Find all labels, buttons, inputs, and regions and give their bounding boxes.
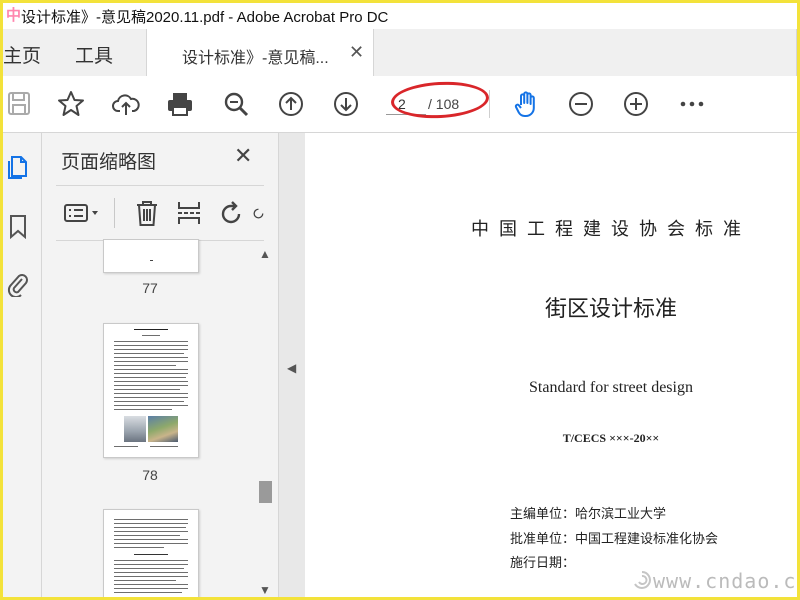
doc-association: 中国工程建设协会标准 bbox=[471, 219, 751, 240]
extract-pages-icon[interactable] bbox=[174, 198, 204, 228]
left-rail bbox=[3, 133, 42, 597]
zoom-out-icon[interactable] bbox=[566, 89, 596, 119]
panel-close-icon[interactable]: ✕ bbox=[234, 143, 252, 169]
page-down-icon[interactable] bbox=[331, 89, 361, 119]
title-bar: 中 设计标准》-意见稿2020.11.pdf - Adobe Acrobat P… bbox=[3, 3, 797, 29]
site-logo: 中 bbox=[6, 7, 22, 24]
thumbnail-scrollbar[interactable]: ▲ ▼ bbox=[256, 239, 274, 597]
page-thumbnails-icon[interactable] bbox=[3, 151, 33, 181]
panel-toolbar-separator bbox=[114, 198, 115, 228]
window-title: 设计标准》-意见稿2020.11.pdf - Adobe Acrobat Pro… bbox=[21, 9, 389, 26]
page-up-icon[interactable] bbox=[276, 89, 306, 119]
tab-home[interactable]: 主页 bbox=[3, 41, 41, 68]
main-toolbar: 2 / 108 bbox=[3, 76, 797, 133]
thumbnail-photo bbox=[148, 416, 178, 442]
zoom-in-icon[interactable] bbox=[621, 89, 651, 119]
watermark-logo-icon bbox=[634, 571, 651, 589]
thumbnails-panel: 页面缩略图 ✕ 77 78 ▲ ▼ bbox=[42, 133, 278, 597]
delete-page-icon[interactable] bbox=[132, 198, 162, 228]
scroll-up-icon[interactable]: ▲ bbox=[256, 245, 274, 263]
tab-bar: 主页 工具 设计标准》-意见稿... ✕ bbox=[3, 29, 797, 77]
doc-editor-unit: 主编单位：哈尔滨工业大学 bbox=[510, 507, 667, 522]
upload-cloud-icon[interactable] bbox=[111, 89, 141, 119]
annotation-ellipse bbox=[390, 79, 490, 121]
tab-document-label: 设计标准》-意见稿... bbox=[182, 50, 329, 67]
scroll-down-icon[interactable]: ▼ bbox=[256, 581, 274, 599]
doc-approve-unit: 批准单位：中国工程建设标准化协会 bbox=[510, 532, 719, 547]
thumbnail-list: 77 78 bbox=[56, 239, 256, 597]
zoom-out-search-icon[interactable] bbox=[221, 89, 251, 119]
thumbnail-page-label: 78 bbox=[142, 467, 158, 483]
scrollbar-thumb[interactable] bbox=[259, 481, 272, 503]
panel-toolbar bbox=[56, 185, 264, 241]
document-view[interactable]: 中国工程建设协会标准 街区设计标准 Standard for street de… bbox=[305, 133, 800, 597]
thumbnail-page-label: 77 bbox=[142, 280, 158, 296]
tab-close-icon[interactable]: ✕ bbox=[349, 42, 364, 63]
thumbnail-page[interactable] bbox=[103, 239, 199, 273]
doc-code: T/CECS ×××-20×× bbox=[562, 431, 660, 445]
thumbnail-page[interactable] bbox=[103, 509, 199, 597]
tab-document[interactable]: 设计标准》-意见稿... ✕ bbox=[146, 29, 374, 76]
site-watermark: www.cndao.com bbox=[653, 569, 800, 593]
thumbnail-page[interactable] bbox=[103, 323, 199, 458]
tab-tools[interactable]: 工具 bbox=[75, 41, 113, 68]
hand-tool-icon[interactable] bbox=[512, 89, 542, 119]
doc-date-label: 施行日期： bbox=[510, 556, 576, 571]
collapse-panel-icon[interactable]: ◀ bbox=[287, 361, 296, 375]
panel-title: 页面缩略图 bbox=[61, 152, 157, 173]
doc-title-en: Standard for street design bbox=[529, 379, 693, 396]
bookmarks-icon[interactable] bbox=[3, 211, 33, 241]
thumbnail-photo bbox=[124, 416, 146, 442]
attachments-icon[interactable] bbox=[3, 269, 33, 299]
save-icon[interactable] bbox=[5, 89, 35, 119]
toolbar-separator bbox=[489, 90, 490, 118]
rotate-page-icon[interactable] bbox=[216, 198, 246, 228]
thumbnail-options-icon[interactable] bbox=[62, 198, 104, 228]
print-icon[interactable] bbox=[165, 89, 195, 119]
rotate-clockwise-icon[interactable] bbox=[252, 198, 266, 228]
tab-bar-divider bbox=[796, 29, 797, 76]
bookmark-star-icon[interactable] bbox=[56, 89, 86, 119]
panel-splitter[interactable]: ◀ bbox=[278, 133, 306, 597]
more-icon[interactable] bbox=[677, 89, 707, 119]
doc-title-cn: 街区设计标准 bbox=[544, 297, 677, 322]
